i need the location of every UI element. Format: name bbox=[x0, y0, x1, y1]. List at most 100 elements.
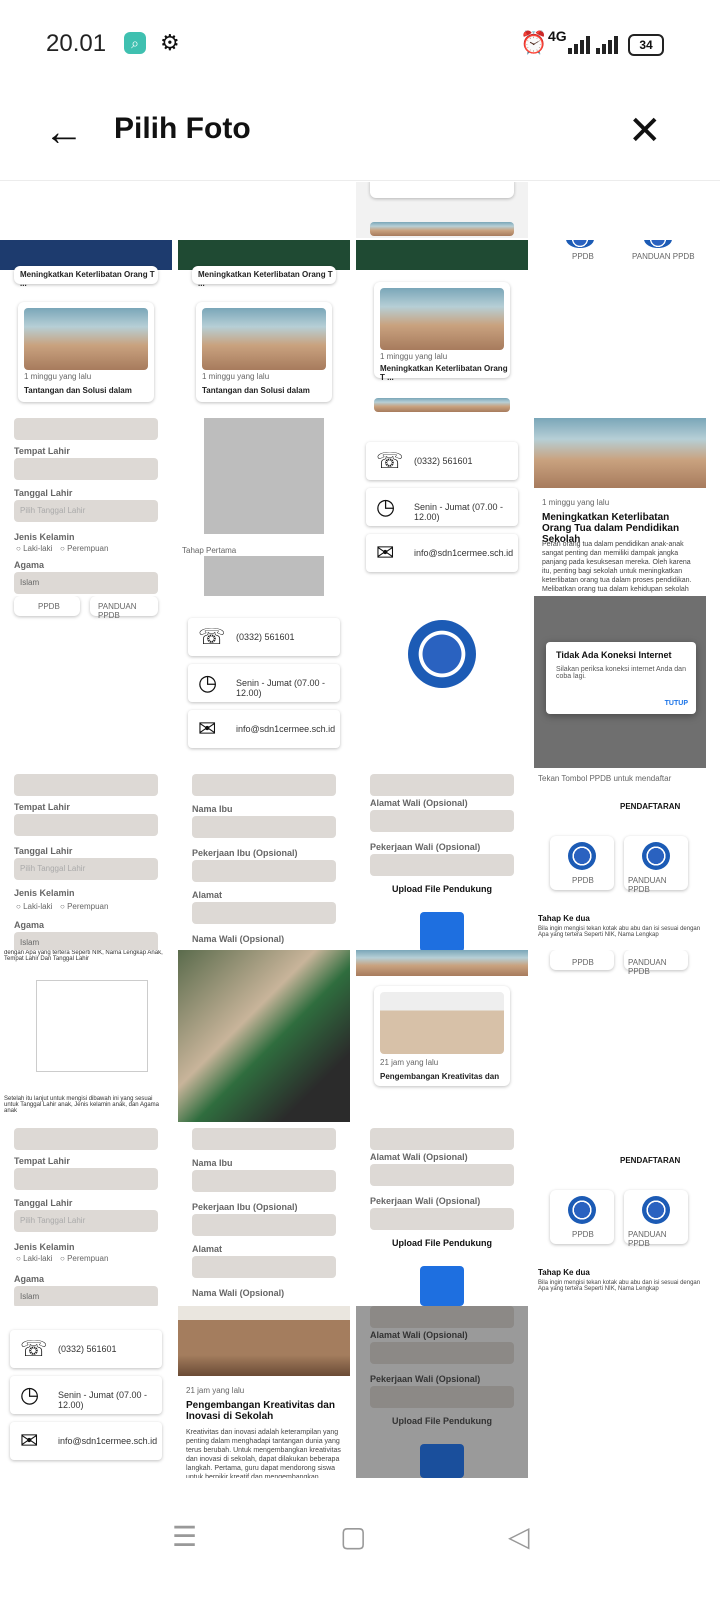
gray-image bbox=[204, 556, 324, 596]
guide-body: Bila ingin mengisi tekan kotak abu abu d… bbox=[538, 1280, 701, 1292]
photo-thumbnail[interactable]: 1 minggu yang lalu Meningkatkan Keterlib… bbox=[356, 240, 528, 418]
hours-text: Senin - Jumat (07.00 - 12.00) bbox=[414, 502, 504, 522]
school-logo-icon bbox=[408, 620, 476, 688]
photo-thumbnail[interactable]: Tekan Tombol PPDB untuk mendaftar PENDAF… bbox=[534, 774, 706, 952]
field-label: Alamat bbox=[192, 1244, 223, 1254]
form-field bbox=[14, 418, 158, 440]
photo-thumbnail[interactable] bbox=[356, 596, 528, 774]
step-label: Tahap Ke dua bbox=[538, 914, 590, 923]
upload-label: Upload File Pendukung bbox=[391, 1238, 492, 1248]
back-arrow-icon[interactable]: ← bbox=[44, 110, 84, 155]
hours-text: Senin - Jumat (07.00 - 12.00) bbox=[236, 678, 326, 698]
menu-icon[interactable]: ☰ bbox=[172, 1520, 197, 1553]
guide-body: Setelah itu lanjut untuk mengisi dibawah… bbox=[4, 1096, 159, 1114]
card: 1 minggu yang lalu Tantangan dan Solusi … bbox=[18, 302, 154, 402]
form-field bbox=[370, 1342, 514, 1364]
contact-hours: ◷ Senin - Jumat (07.00 - 12.00) bbox=[10, 1376, 162, 1414]
system-nav-bar: ☰ ▢ ◁ bbox=[0, 1480, 720, 1600]
photo-thumbnail[interactable]: Alamat Wali (Opsional) Pekerjaan Wali (O… bbox=[356, 1306, 528, 1478]
form-field bbox=[192, 860, 336, 882]
field-label: Tanggal Lahir bbox=[14, 488, 73, 498]
photo-thumbnail[interactable]: Tempat Lahir Tanggal Lahir Pilih Tanggal… bbox=[0, 418, 172, 596]
panduan-label: PANDUAN PPDB bbox=[628, 1230, 667, 1248]
photo-thumbnail[interactable]: Tidak Ada Koneksi Internet Silakan perik… bbox=[534, 596, 706, 768]
card-title: Tantangan dan Solusi dalam bbox=[24, 386, 132, 395]
network-type: 4G bbox=[548, 28, 567, 44]
home-icon[interactable]: ▢ bbox=[340, 1520, 366, 1553]
form-field bbox=[192, 902, 336, 924]
form-field bbox=[370, 1306, 514, 1328]
field-label: Alamat Wali (Opsional) bbox=[370, 1330, 468, 1340]
time-ago: 1 minggu yang lalu bbox=[542, 498, 610, 507]
close-icon[interactable]: ✕ bbox=[628, 108, 662, 154]
photo-thumbnail[interactable]: PPDB PANDUAN PPDB bbox=[0, 596, 172, 774]
radio-laki: ○ Laki-laki bbox=[16, 902, 53, 911]
form-field bbox=[14, 458, 158, 480]
photo-thumbnail[interactable]: ☏ (0332) 561601 ◷ Senin - Jumat (07.00 - 1… bbox=[356, 418, 528, 596]
form-field bbox=[192, 1170, 336, 1192]
panduan-label: PANDUAN PPDB bbox=[632, 252, 695, 261]
card-title: Meningkatkan Keterlibatan Orang T ... bbox=[198, 270, 333, 288]
photo-thumbnail[interactable]: ☏ (0332) 561601 ◷ Senin - Jumat (07.00 - 1… bbox=[0, 1306, 172, 1478]
photo-thumbnail[interactable] bbox=[356, 182, 528, 238]
status-time: 20.01 bbox=[46, 30, 107, 57]
photo-thumbnail[interactable]: Alamat Wali (Opsional) Pekerjaan Wali (O… bbox=[356, 774, 528, 952]
photo-thumbnail[interactable]: Meningkatkan Keterlibatan Orang T ... 1 … bbox=[178, 240, 350, 418]
dialog: Tidak Ada Koneksi Internet Silakan perik… bbox=[546, 642, 696, 714]
contact-email: ✉ info@sdn1cermee.sch.id bbox=[188, 710, 340, 748]
gear-icon: ⚙ bbox=[160, 30, 180, 55]
photo bbox=[380, 288, 504, 350]
field-label: Nama Ibu bbox=[192, 804, 233, 814]
field-label: Nama Ibu bbox=[192, 1158, 233, 1168]
photo-thumbnail[interactable]: 1 minggu yang lalu Meningkatkan Keterlib… bbox=[534, 418, 706, 596]
panduan-label: PANDUAN PPDB bbox=[98, 602, 137, 620]
ppdb-label: PPDB bbox=[572, 1230, 594, 1239]
field-label: Jenis Kelamin bbox=[14, 532, 75, 542]
form-field bbox=[370, 810, 514, 832]
form-field bbox=[192, 816, 336, 838]
photo-thumbnail[interactable]: PENDAFTARAN PPDB PANDUAN PPDB Tahap Ke d… bbox=[534, 1128, 706, 1306]
contact-phone: ☏ (0332) 561601 bbox=[188, 618, 340, 656]
photo-thumbnail[interactable]: dengan Apa yang tertera Seperti NIK, Nam… bbox=[0, 950, 172, 1122]
field-label: Tanggal Lahir bbox=[14, 1198, 73, 1208]
form-field bbox=[370, 774, 514, 796]
upload-label: Upload File Pendukung bbox=[391, 1416, 492, 1426]
photo-thumbnail[interactable]: Meningkatkan Keterlibatan Orang T ... 1 … bbox=[0, 240, 172, 418]
card: PPDB bbox=[14, 596, 80, 616]
ppdb-logo-icon bbox=[642, 842, 670, 870]
field-label: Agama bbox=[14, 1274, 45, 1284]
photo-thumbnail[interactable]: ☏ (0332) 561601 ◷ Senin - Jumat (07.00 - 1… bbox=[178, 596, 350, 774]
email-text: info@sdn1cermee.sch.id bbox=[58, 1436, 158, 1446]
card: PANDUAN PPDB bbox=[624, 1190, 688, 1248]
dialog-body: Silakan periksa koneksi internet Anda da… bbox=[556, 666, 686, 680]
alarm-icon: ⏰ bbox=[520, 30, 548, 55]
field-label: Pekerjaan Ibu (Opsional) bbox=[192, 848, 298, 858]
photo-thumbnail[interactable]: Tempat Lahir Tanggal Lahir Pilih Tanggal… bbox=[0, 1128, 172, 1306]
field-value: Islam bbox=[20, 1292, 40, 1301]
photo-thumbnail[interactable]: PPDB PANDUAN PPDB bbox=[534, 240, 706, 418]
article-body: Kreativitas dan inovasi adalah keterampi… bbox=[186, 1429, 341, 1478]
photo-thumbnail[interactable]: Tahap Pertama bbox=[178, 418, 350, 596]
form-field bbox=[192, 1128, 336, 1150]
placeholder: Pilih Tanggal Lahir bbox=[20, 1216, 86, 1225]
field-label: Tempat Lahir bbox=[14, 802, 70, 812]
file-icon bbox=[420, 1444, 464, 1478]
screenshot-preview bbox=[36, 980, 148, 1072]
photo-thumbnail[interactable]: Nama Ibu Pekerjaan Ibu (Opsional) Alamat… bbox=[178, 774, 350, 952]
radio-label: Laki-laki bbox=[23, 902, 53, 911]
photo-thumbnail[interactable]: 21 jam yang lalu Pengembangan Kreativita… bbox=[356, 950, 528, 1122]
photo-thumbnail[interactable]: 21 jam yang lalu Pengembangan Kreativita… bbox=[178, 1306, 350, 1478]
back-triangle-icon[interactable]: ◁ bbox=[508, 1520, 530, 1553]
field-label: Nama Wali (Opsional) bbox=[192, 934, 285, 944]
chat-app-icon: ⌕ bbox=[124, 32, 146, 54]
photo-thumbnail[interactable]: Alamat Wali (Opsional) Pekerjaan Wali (O… bbox=[356, 1128, 528, 1306]
ppdb-label: PPDB bbox=[572, 958, 594, 967]
field-label: Pekerjaan Wali (Opsional) bbox=[370, 1374, 481, 1384]
signal-icon-2 bbox=[596, 34, 618, 54]
photo-thumbnail[interactable]: Nama Ibu Pekerjaan Ibu (Opsional) Alamat… bbox=[178, 1128, 350, 1306]
photo-thumbnail[interactable]: PPDB PANDUAN PPDB Tekan Tombol PPDB untu… bbox=[534, 950, 706, 1122]
photo-thumbnail[interactable] bbox=[178, 950, 350, 1122]
file-icon bbox=[420, 1266, 464, 1306]
hours-text: Senin - Jumat (07.00 - 12.00) bbox=[58, 1390, 148, 1410]
photo-thumbnail[interactable]: Tempat Lahir Tanggal Lahir Pilih Tanggal… bbox=[0, 774, 172, 952]
